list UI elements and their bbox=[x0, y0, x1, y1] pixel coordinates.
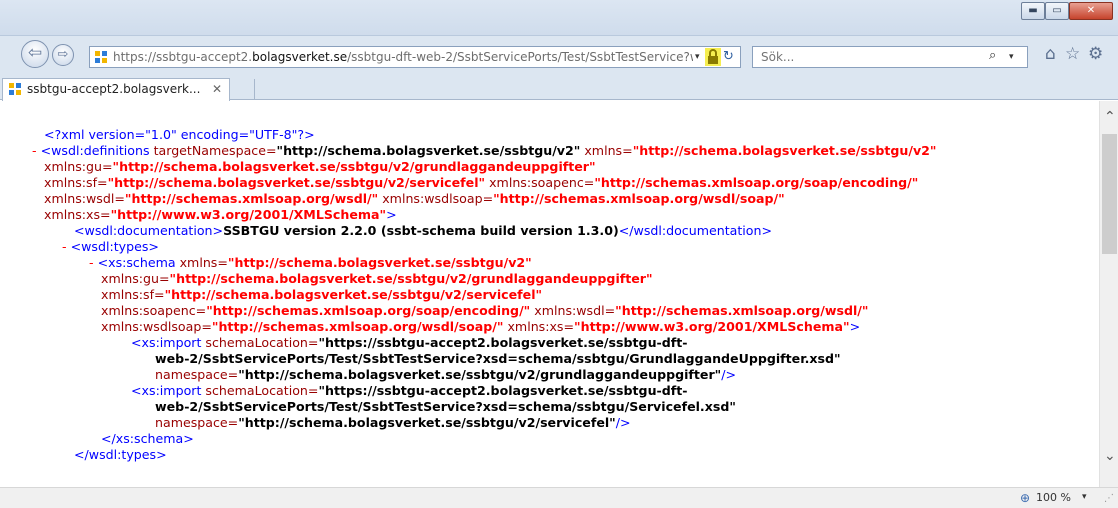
address-dropdown-icon[interactable]: ▾ bbox=[695, 47, 700, 67]
xml-line: <xs:import schemaLocation="https://ssbtg… bbox=[131, 383, 688, 398]
xml-line: xmlns:gu="http://schema.bolagsverket.se/… bbox=[101, 271, 653, 286]
gear-icon[interactable]: ⚙ bbox=[1088, 44, 1103, 64]
zoom-dropdown-icon[interactable]: ▾ bbox=[1082, 492, 1087, 502]
zoom-level[interactable]: 100 % bbox=[1036, 491, 1071, 504]
search-box[interactable]: ⌕ ▾ bbox=[752, 46, 1028, 68]
lock-icon[interactable] bbox=[705, 48, 721, 66]
site-favicon-icon bbox=[95, 51, 107, 63]
xml-line: <wsdl:documentation>SSBTGU version 2.2.0… bbox=[74, 223, 773, 238]
xml-line: xmlns:gu="http://schema.bolagsverket.se/… bbox=[44, 159, 596, 174]
xml-line: xmlns:sf="http://schema.bolagsverket.se/… bbox=[44, 175, 919, 190]
collapse-toggle[interactable]: - bbox=[89, 255, 94, 270]
xml-line: xmlns:wsdlsoap="http://schemas.xmlsoap.o… bbox=[101, 319, 861, 334]
xml-declaration: <?xml version="1.0" encoding="UTF-8"?> bbox=[44, 127, 315, 142]
back-button[interactable]: ⇦ bbox=[21, 40, 49, 68]
search-input[interactable] bbox=[761, 49, 971, 65]
favorites-star-icon[interactable]: ☆ bbox=[1065, 44, 1080, 64]
home-icon[interactable]: ⌂ bbox=[1045, 44, 1056, 64]
url-text[interactable]: https://ssbtgu-accept2.bolagsverket.se/s… bbox=[113, 47, 693, 67]
scroll-thumb[interactable] bbox=[1102, 134, 1117, 254]
tab-strip: ssbtgu-accept2.bolagsverk... ✕ bbox=[0, 78, 1118, 101]
status-bar: ⊕ 100 % ▾ ⋰ bbox=[0, 487, 1118, 508]
search-icon[interactable]: ⌕ bbox=[989, 46, 996, 66]
xml-line: xmlns:wsdl="http://schemas.xmlsoap.org/w… bbox=[44, 191, 785, 206]
xml-line: web-2/SsbtServicePorts/Test/SsbtTestServ… bbox=[155, 351, 841, 366]
minimize-button[interactable]: ▬ bbox=[1021, 2, 1045, 20]
xml-line: </wsdl:types> bbox=[74, 447, 167, 462]
xml-line: web-2/SsbtServicePorts/Test/SsbtTestServ… bbox=[155, 399, 736, 414]
maximize-button[interactable]: ▭ bbox=[1045, 2, 1069, 20]
xml-line: xmlns:soapenc="http://schemas.xmlsoap.or… bbox=[101, 303, 869, 318]
collapse-toggle[interactable]: - bbox=[32, 143, 37, 158]
forward-button[interactable]: ⇨ bbox=[52, 44, 74, 66]
tab-label: ssbtgu-accept2.bolagsverk... bbox=[27, 82, 201, 96]
zoom-icon[interactable]: ⊕ bbox=[1020, 491, 1030, 505]
tab-active[interactable]: ssbtgu-accept2.bolagsverk... ✕ bbox=[2, 78, 230, 101]
tab-close-icon[interactable]: ✕ bbox=[212, 79, 222, 99]
collapse-toggle[interactable]: - bbox=[62, 239, 67, 254]
address-bar[interactable]: https://ssbtgu-accept2.bolagsverket.se/s… bbox=[89, 46, 741, 68]
xml-line: namespace="http://schema.bolagsverket.se… bbox=[155, 415, 631, 430]
xml-line: <xs:import schemaLocation="https://ssbtg… bbox=[131, 335, 688, 350]
url-prefix: https://ssbtgu-accept2. bbox=[113, 50, 253, 64]
scroll-down-icon[interactable]: ⌄ bbox=[1104, 448, 1116, 464]
search-dropdown-icon[interactable]: ▾ bbox=[1009, 47, 1014, 67]
scroll-up-icon[interactable]: ⌃ bbox=[1104, 109, 1116, 125]
xml-line: - <xs:schema xmlns="http://schema.bolags… bbox=[89, 255, 532, 270]
close-window-button[interactable]: ✕ bbox=[1069, 2, 1113, 20]
xml-document-view: <?xml version="1.0" encoding="UTF-8"?> -… bbox=[0, 101, 1099, 487]
tab-favicon-icon bbox=[9, 83, 21, 95]
refresh-icon[interactable]: ↻ bbox=[723, 47, 734, 67]
back-arrow-icon: ⇦ bbox=[27, 43, 43, 63]
xml-line: </xs:schema> bbox=[101, 431, 194, 446]
new-tab-button[interactable] bbox=[231, 79, 255, 100]
xml-line: - <wsdl:definitions targetNamespace="htt… bbox=[32, 143, 937, 158]
resize-grip-icon[interactable]: ⋰ bbox=[1104, 493, 1114, 504]
xml-line: xmlns:sf="http://schema.bolagsverket.se/… bbox=[101, 287, 543, 302]
vertical-scrollbar[interactable]: ⌃ ⌄ bbox=[1099, 101, 1118, 487]
url-domain: bolagsverket.se bbox=[252, 50, 348, 64]
forward-arrow-icon: ⇨ bbox=[57, 47, 69, 62]
xml-line: namespace="http://schema.bolagsverket.se… bbox=[155, 367, 737, 382]
title-bar: ▬ ▭ ✕ bbox=[0, 0, 1118, 36]
url-path: /ssbtgu-dft-web-2/SsbtServicePorts/Test/… bbox=[347, 50, 693, 64]
xml-line: xmlns:xs="http://www.w3.org/2001/XMLSche… bbox=[44, 207, 397, 222]
xml-line: - <wsdl:types> bbox=[62, 239, 159, 254]
